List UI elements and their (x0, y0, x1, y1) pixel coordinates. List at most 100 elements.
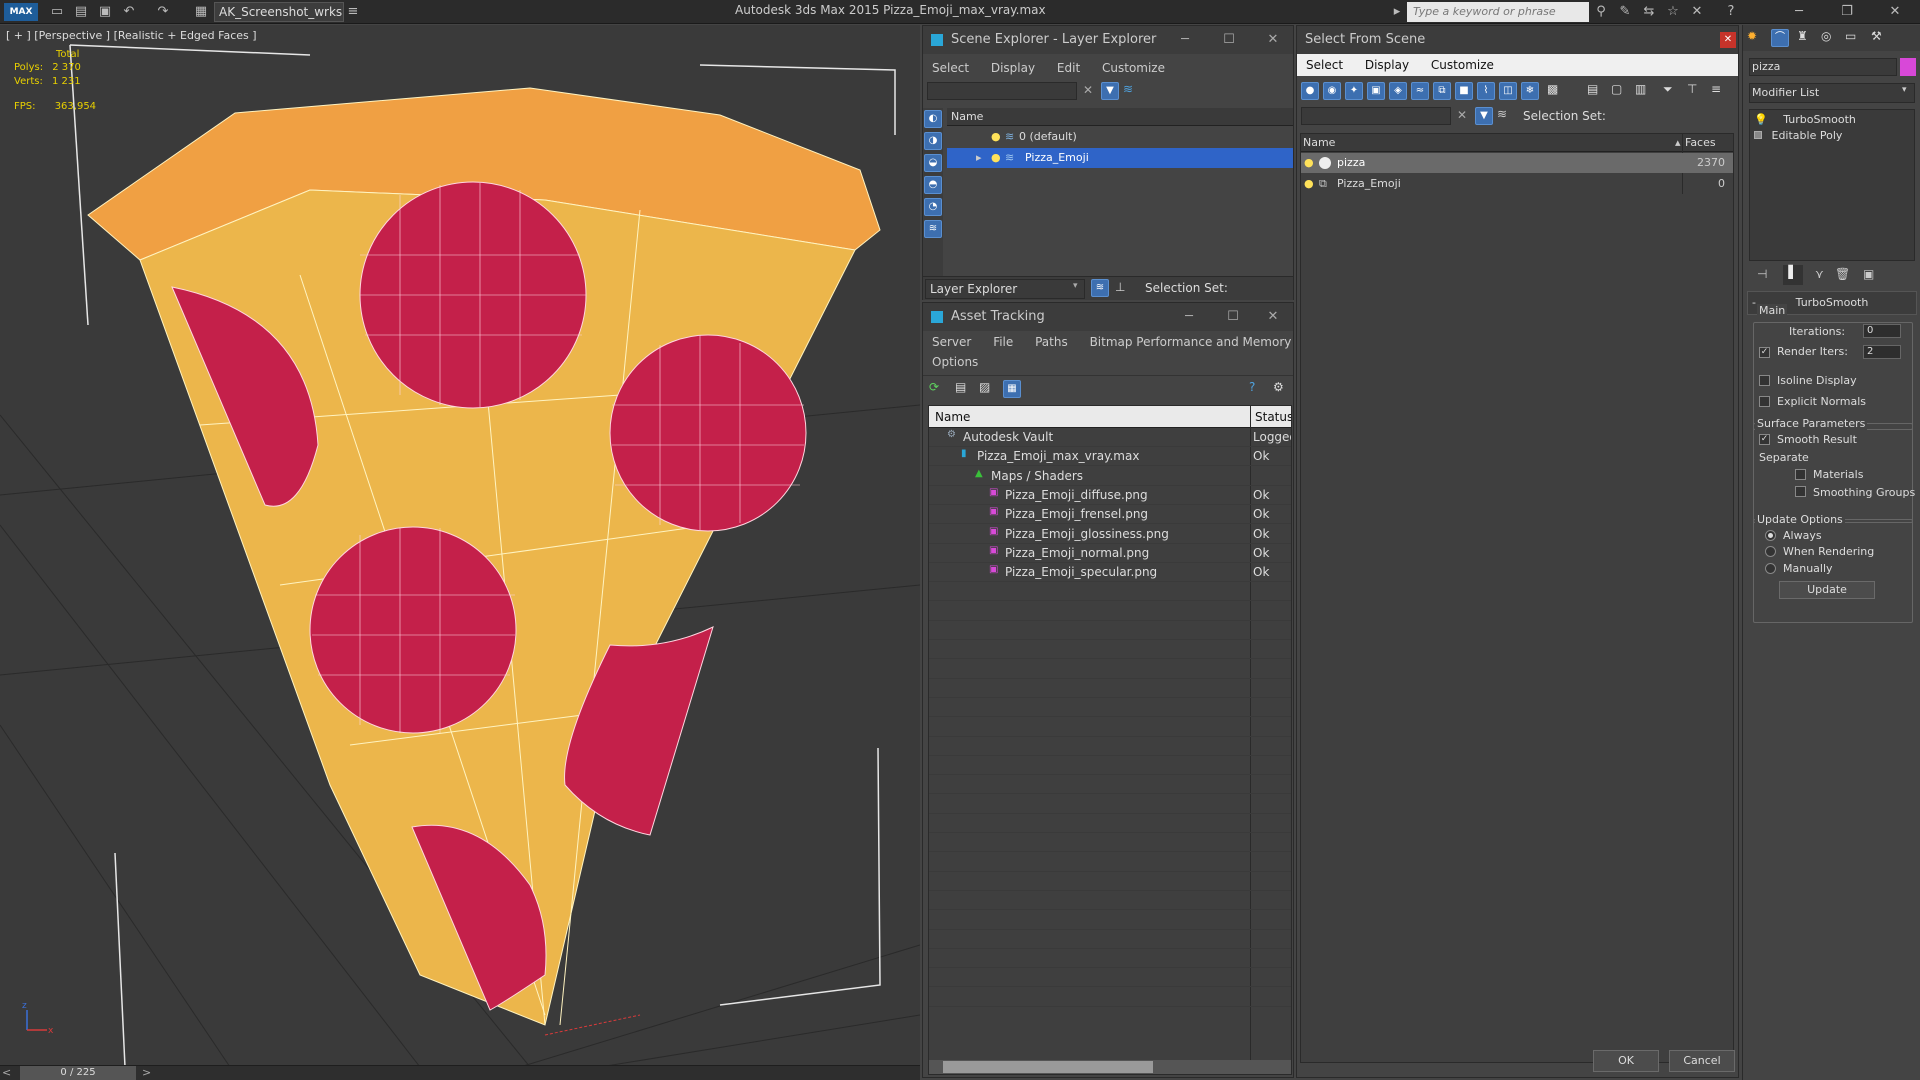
list-view-icon[interactable]: ▤ (955, 380, 966, 394)
sort-by-layer-icon[interactable]: ≋ (1091, 279, 1109, 297)
bulb-icon[interactable]: ● (1304, 153, 1314, 173)
object-color-swatch[interactable] (1900, 58, 1916, 76)
viewport-label[interactable]: [ + ] [Perspective ] [Realistic + Edged … (6, 29, 257, 42)
modify-tab-icon[interactable]: ⌒ (1771, 29, 1789, 47)
layer-clear-find-icon[interactable]: ✕ (1083, 83, 1093, 97)
asset-row[interactable] (929, 756, 1291, 776)
filter-lights-icon[interactable]: ✦ (1345, 82, 1363, 100)
select-invert-icon[interactable]: ▥ (1635, 82, 1646, 96)
remove-modifier-icon[interactable]: 🗑 (1835, 267, 1850, 281)
hierarchy-icon[interactable]: ⊥ (1115, 280, 1125, 294)
table-view-icon[interactable]: ▦ (1003, 380, 1021, 398)
thumbnail-icon[interactable]: ▨ (979, 380, 990, 394)
show-end-result-icon[interactable]: ▌ (1783, 265, 1803, 285)
asset-name-header[interactable]: Name (935, 406, 970, 428)
select-menu-select[interactable]: Select (1297, 54, 1352, 76)
explicit-normals-checkbox[interactable] (1759, 396, 1770, 407)
asset-row[interactable] (929, 775, 1291, 795)
update-button[interactable]: Update (1779, 581, 1875, 599)
hierarchy-tab-icon[interactable]: ♜ (1797, 29, 1808, 43)
isoline-display-checkbox[interactable] (1759, 375, 1770, 386)
layer-options-icon[interactable]: ≋ (1123, 82, 1133, 96)
dropdown-arrow-icon[interactable]: ▾ (1073, 281, 1078, 291)
layer-tool-1-icon[interactable]: ◐ (924, 110, 942, 128)
layer-minimize-icon[interactable]: ─ (1165, 26, 1205, 54)
select-row-pizza[interactable]: ● pizza 2370 (1301, 153, 1733, 173)
configure-sets-icon[interactable]: ▣ (1863, 267, 1874, 281)
layer-name-header[interactable]: Name (947, 108, 1293, 126)
render-iters-spinner[interactable]: 2 (1863, 345, 1901, 359)
layer-explorer-dropdown[interactable]: Layer Explorer (925, 279, 1085, 299)
cancel-button[interactable]: Cancel (1669, 1050, 1735, 1072)
asset-menu-file[interactable]: File (984, 331, 1022, 353)
bulb-icon[interactable]: ● (1304, 174, 1314, 194)
object-name-input[interactable]: pizza (1749, 58, 1897, 76)
layer-tool-2-icon[interactable]: ◑ (924, 132, 942, 150)
collapse-rollout-icon[interactable]: - (1752, 292, 1756, 314)
asset-row[interactable] (929, 853, 1291, 872)
select-menu-customize[interactable]: Customize (1422, 54, 1503, 76)
expand-arrow-icon[interactable]: ▸ (976, 148, 982, 168)
x-close-tools-icon[interactable]: ✕ (1688, 3, 1706, 21)
asset-row[interactable] (929, 911, 1291, 930)
asset-row[interactable]: ▣ Pizza_Emoji_frensel.png Ok (929, 505, 1291, 525)
iterations-spinner[interactable]: 0 (1863, 324, 1901, 338)
asset-settings-icon[interactable]: ⚙ (1273, 380, 1284, 394)
app-logo-icon[interactable]: MAX (4, 3, 38, 21)
new-file-icon[interactable]: ▭ (48, 3, 66, 21)
layer-menu-customize[interactable]: Customize (1093, 57, 1174, 79)
pin-stack-icon[interactable]: ⊣ (1757, 267, 1767, 281)
workspace-dropdown[interactable]: AK_Screenshot_wrksp (214, 2, 344, 22)
select-clear-find-icon[interactable]: ✕ (1457, 108, 1467, 122)
asset-row[interactable] (929, 949, 1291, 969)
asset-row[interactable]: ▣ Pizza_Emoji_specular.png Ok (929, 563, 1291, 583)
stack-item-editable-poly[interactable]: Editable Poly (1754, 129, 1842, 145)
smooth-result-checkbox[interactable]: ✓ (1759, 434, 1770, 445)
asset-row[interactable]: ▣ Pizza_Emoji_normal.png Ok (929, 544, 1291, 563)
asset-maximize-icon[interactable]: ☐ (1213, 303, 1253, 331)
modifier-list-dropdown[interactable]: Modifier List (1749, 83, 1915, 103)
asset-row[interactable] (929, 737, 1291, 756)
time-slider[interactable]: < 0 / 225 > (0, 1065, 920, 1080)
bulb-icon[interactable]: ● (991, 127, 1001, 147)
filter-cameras-icon[interactable]: ▣ (1367, 82, 1385, 100)
ok-button[interactable]: OK (1593, 1050, 1659, 1072)
select-menu-display[interactable]: Display (1356, 54, 1418, 76)
asset-row[interactable]: ▣ Pizza_Emoji_diffuse.png Ok (929, 486, 1291, 505)
filter-shapes-icon[interactable]: ◉ (1323, 82, 1341, 100)
asset-horizontal-scrollbar[interactable] (929, 1060, 1291, 1074)
asset-row[interactable] (929, 930, 1291, 949)
close-icon[interactable]: ✕ (1886, 3, 1904, 21)
layer-row-pizza-emoji[interactable]: ▸ ● ≋ Pizza_Emoji (947, 148, 1293, 168)
help-icon[interactable]: ? (1722, 3, 1740, 21)
filter-groups-icon[interactable]: ⧉ (1433, 82, 1451, 100)
stack-expand-icon[interactable] (1754, 131, 1762, 139)
asset-row[interactable] (929, 833, 1291, 853)
workspace-menu-icon[interactable]: ≡ (344, 3, 362, 21)
create-tab-icon[interactable]: ✹ (1747, 29, 1757, 43)
display-tab-icon[interactable]: ▭ (1845, 29, 1856, 43)
layer-tool-6-icon[interactable]: ≋ (924, 220, 942, 238)
filter-geometry-icon[interactable]: ● (1301, 82, 1319, 100)
asset-row[interactable] (929, 602, 1291, 621)
asset-menu-bitmap[interactable]: Bitmap Performance and Memory (1081, 331, 1301, 353)
filter-containers-icon[interactable]: ◫ (1499, 82, 1517, 100)
asset-row[interactable] (929, 679, 1291, 698)
keyword-search-input[interactable]: Type a keyword or phrase (1407, 2, 1589, 22)
filter-xrefs-icon[interactable]: ■ (1455, 82, 1473, 100)
layer-row-default[interactable]: ● ≋ 0 (default) (947, 127, 1293, 147)
asset-row[interactable] (929, 814, 1291, 833)
select-name-header[interactable]: Name (1303, 134, 1335, 152)
always-radio[interactable] (1765, 530, 1776, 541)
filter-frozen-icon[interactable]: ❄ (1521, 82, 1539, 100)
asset-row[interactable] (929, 891, 1291, 911)
filter-funnel-icon[interactable]: ⏷ (1663, 82, 1673, 97)
asset-row[interactable] (929, 660, 1291, 679)
bulb-icon[interactable]: ● (991, 148, 1001, 168)
layer-menu-edit[interactable]: Edit (1048, 57, 1089, 79)
select-all-icon[interactable]: ▤ (1587, 82, 1598, 96)
asset-status-header[interactable]: Status (1255, 406, 1291, 428)
asset-row[interactable] (929, 582, 1291, 602)
select-close-icon[interactable]: ✕ (1720, 32, 1736, 48)
layer-menu-select[interactable]: Select (923, 57, 978, 79)
